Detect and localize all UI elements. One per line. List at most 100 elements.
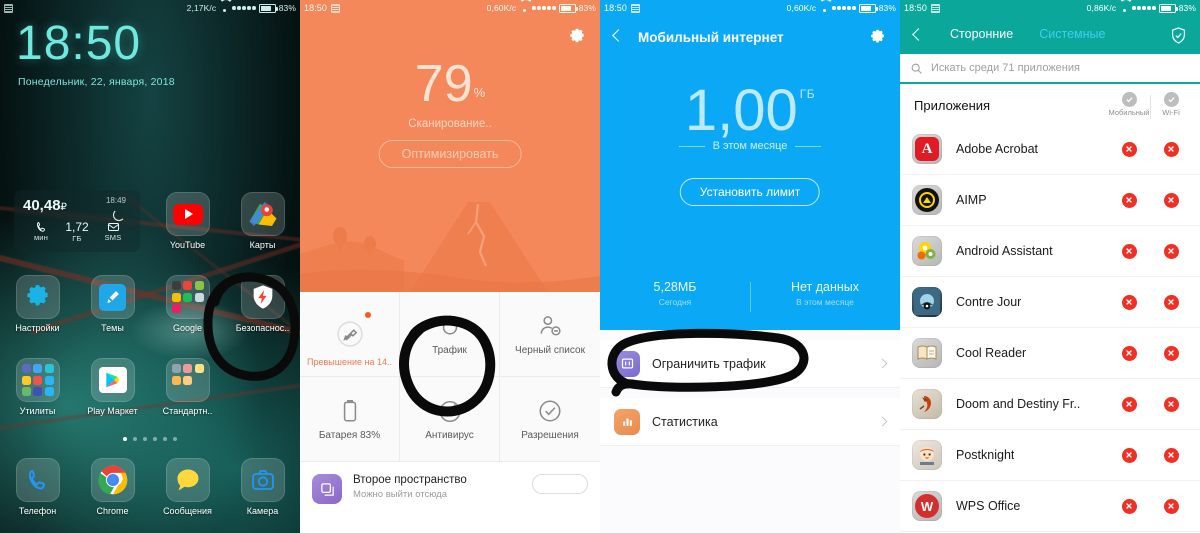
- search-icon: [911, 63, 922, 74]
- folder-google[interactable]: Google: [150, 275, 225, 333]
- optimize-button[interactable]: Оптимизировать: [378, 140, 522, 168]
- app-name: Doom and Destiny Fr..: [956, 397, 1081, 411]
- check-circle-icon: [539, 399, 561, 422]
- status-bar-home: 2,17K/c 83%: [0, 0, 300, 16]
- app-name: Adobe Acrobat: [956, 142, 1039, 156]
- panel-app-network-list: 18:50 0,86K/c 83% Сторонние Системные Ис…: [900, 0, 1200, 533]
- toggle-wifi[interactable]: [1150, 396, 1192, 412]
- table-row[interactable]: Postknight: [900, 430, 1200, 481]
- dock-camera[interactable]: Камера: [225, 458, 300, 516]
- home-row-2: Настройки Темы Google Безопаснос..: [0, 275, 300, 333]
- toggle-wifi[interactable]: [1150, 294, 1192, 310]
- app-name: WPS Office: [956, 499, 1021, 513]
- toggle-wifi[interactable]: [1150, 141, 1192, 157]
- summary-divider: [750, 282, 751, 312]
- card-title: Второе пространство: [353, 474, 467, 486]
- card-action-button[interactable]: [532, 474, 588, 494]
- blocked-icon: [1163, 141, 1179, 157]
- app-name: AIMP: [956, 193, 987, 207]
- tile-battery[interactable]: Батарея 83%: [300, 377, 400, 461]
- tile-cleaner[interactable]: Превышение на 14..: [300, 292, 400, 376]
- toggle-mobile[interactable]: [1108, 498, 1150, 514]
- app-label: Стандартн..: [162, 406, 213, 416]
- app-label: Google: [172, 323, 203, 333]
- usage-value: 1,00: [684, 78, 798, 143]
- battery-percent: 83%: [1178, 3, 1196, 13]
- gear-icon[interactable]: [568, 28, 586, 46]
- table-row[interactable]: Cool Reader: [900, 328, 1200, 379]
- app-settings[interactable]: Настройки: [0, 275, 75, 333]
- column-wifi[interactable]: Wi-Fi: [1150, 92, 1192, 120]
- app-list[interactable]: A Adobe Acrobat AIMP Android Assistant C…: [900, 124, 1200, 533]
- statistics-bars-icon: [614, 408, 640, 435]
- toggle-wifi[interactable]: [1150, 345, 1192, 361]
- tile-blacklist[interactable]: Черный список: [500, 292, 600, 376]
- notification-badge: [365, 312, 371, 318]
- dock-messages[interactable]: Сообщения: [150, 458, 225, 516]
- toggle-wifi[interactable]: [1150, 447, 1192, 463]
- tab-system[interactable]: Системные: [1039, 27, 1105, 41]
- tile-permissions[interactable]: Разрешения: [500, 377, 600, 461]
- folder-standard[interactable]: Стандартн..: [150, 358, 225, 416]
- tile-row-1: Превышение на 14.. Трафик Черный список: [300, 292, 600, 377]
- row-label: Ограничить трафик: [652, 356, 766, 371]
- table-row[interactable]: W WPS Office: [900, 481, 1200, 532]
- set-limit-button[interactable]: Установить лимит: [679, 178, 821, 206]
- dock-chrome[interactable]: Chrome: [75, 458, 150, 516]
- column-mobile[interactable]: Мобильный: [1108, 92, 1150, 118]
- toggle-mobile[interactable]: [1108, 141, 1150, 157]
- app-themes[interactable]: Темы: [75, 275, 150, 333]
- widget-cell-data: 1,72 ГБ: [59, 221, 95, 244]
- operator-balance-widget[interactable]: 40,48₽ 18:49 мин 1,72 ГБ SMS: [14, 190, 140, 252]
- tab-third-party[interactable]: Сторонние: [950, 27, 1013, 41]
- network-speed: 2,17K/c: [186, 3, 217, 13]
- table-row[interactable]: AIMP: [900, 175, 1200, 226]
- dock-phone[interactable]: Телефон: [0, 458, 75, 516]
- toggle-mobile[interactable]: [1108, 294, 1150, 310]
- row-statistics[interactable]: Статистика: [600, 398, 900, 446]
- tile-traffic[interactable]: Трафик: [400, 292, 500, 376]
- widget-key-sms: SMS: [104, 233, 122, 242]
- table-row[interactable]: Android Assistant: [900, 226, 1200, 277]
- gear-icon[interactable]: [869, 29, 886, 46]
- security-hero: 18:50 0,60K/c 83% 79% Сканирование.. Опт…: [300, 0, 600, 292]
- toggle-mobile[interactable]: [1108, 396, 1150, 412]
- row-restrict-traffic[interactable]: Ограничить трафик: [600, 340, 900, 388]
- row-toggles: [1108, 141, 1192, 157]
- folder-utilities[interactable]: Утилиты: [0, 358, 75, 416]
- search-bar[interactable]: Искать среди 71 приложения: [900, 54, 1200, 84]
- column-label: Мобильный: [1108, 108, 1150, 118]
- summary-month: Нет данных В этом месяце: [750, 280, 900, 307]
- battery-icon: [258, 3, 278, 13]
- toggle-wifi[interactable]: [1150, 192, 1192, 208]
- app-youtube[interactable]: YouTube: [150, 192, 225, 250]
- blocked-icon: [1121, 396, 1137, 412]
- tile-warning: Превышение на 14..: [307, 357, 392, 367]
- app-security[interactable]: Безопаснос..: [225, 275, 300, 333]
- sim-card-icon: [631, 3, 641, 13]
- doom-destiny-icon: [912, 389, 942, 419]
- app-maps[interactable]: Карты: [225, 192, 300, 250]
- toggle-wifi[interactable]: [1150, 243, 1192, 259]
- row-toggles: [1108, 396, 1192, 412]
- table-row[interactable]: A Adobe Acrobat: [900, 124, 1200, 175]
- table-row[interactable]: Contre Jour: [900, 277, 1200, 328]
- toggle-mobile[interactable]: [1108, 447, 1150, 463]
- battery-percent: 83%: [878, 3, 896, 13]
- apps-tabs: Сторонние Системные: [950, 27, 1105, 41]
- toggle-mobile[interactable]: [1108, 243, 1150, 259]
- shield-check-icon[interactable]: [1169, 26, 1188, 45]
- row-toggles: [1108, 192, 1192, 208]
- toggle-mobile[interactable]: [1108, 192, 1150, 208]
- tile-antivirus[interactable]: Антивирус: [400, 377, 500, 461]
- refresh-icon[interactable]: [113, 209, 125, 221]
- row-toggles: [1108, 447, 1192, 463]
- app-play-market[interactable]: Play Маркет: [75, 358, 150, 416]
- blocked-icon: [1163, 396, 1179, 412]
- toggle-mobile[interactable]: [1108, 345, 1150, 361]
- toggle-wifi[interactable]: [1150, 498, 1192, 514]
- youtube-icon: [165, 192, 210, 236]
- check-circle-icon: [1163, 92, 1179, 108]
- second-space-card[interactable]: Второе пространство Можно выйти отсюда: [300, 462, 600, 533]
- table-row[interactable]: Doom and Destiny Fr..: [900, 379, 1200, 430]
